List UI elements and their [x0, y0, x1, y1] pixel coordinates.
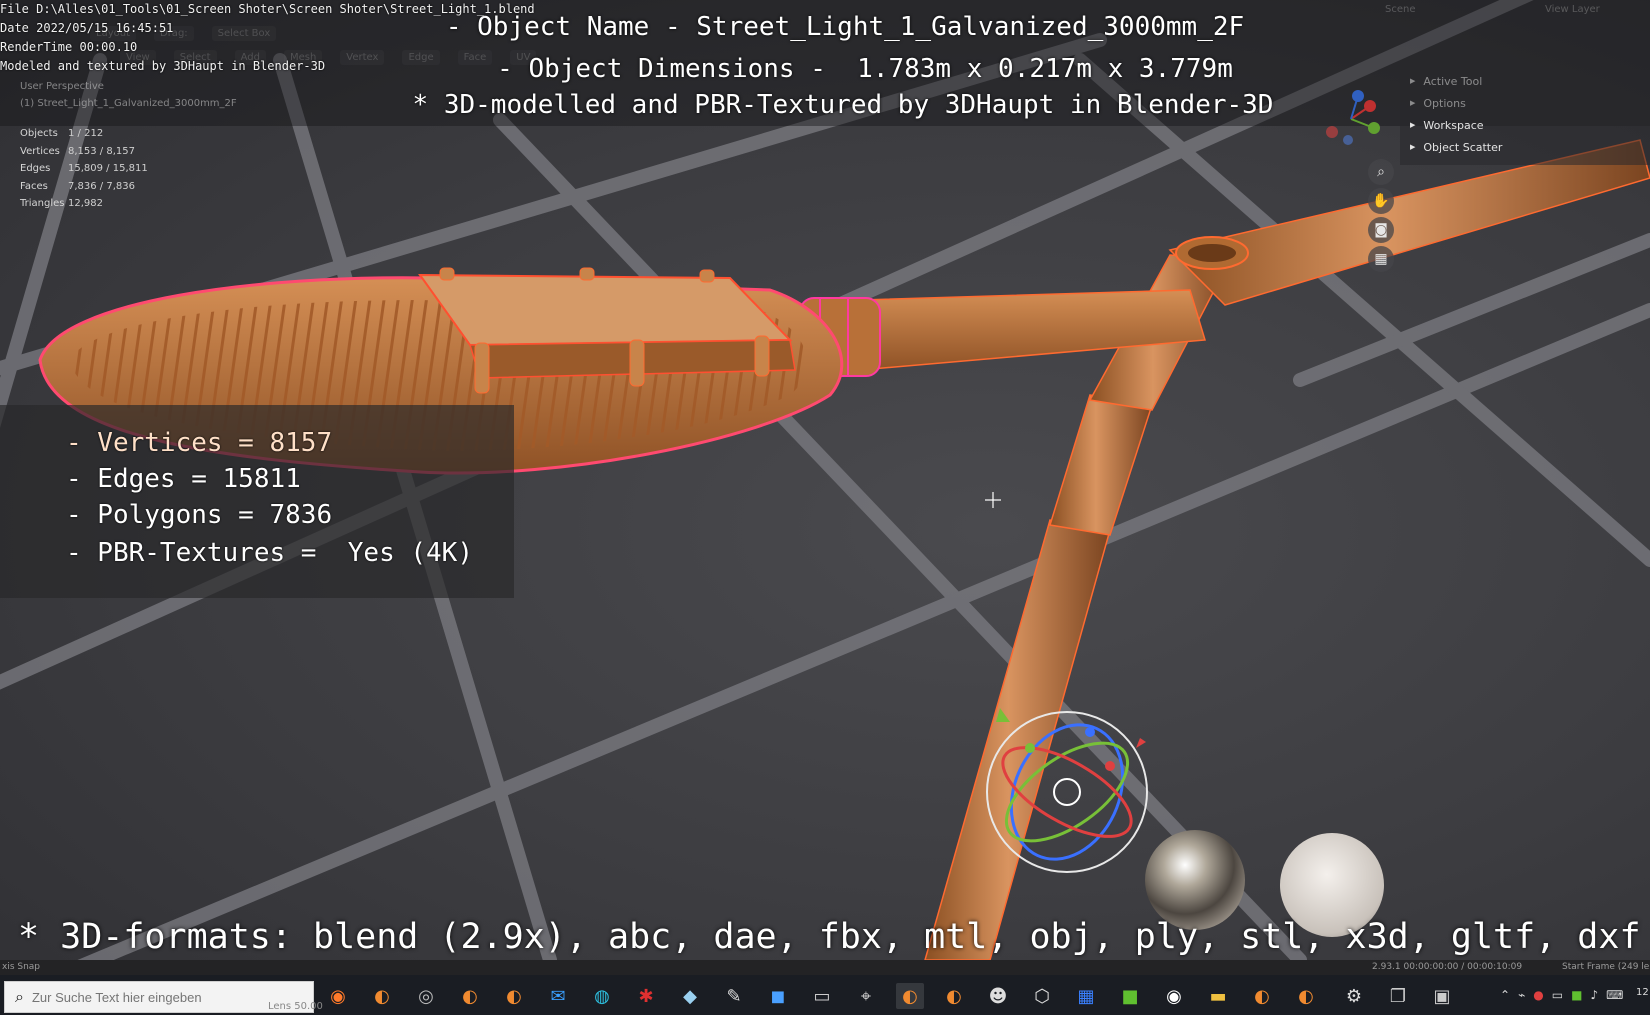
hand-icon[interactable]: ✋ [1368, 188, 1394, 214]
stat-value: 15,809 / 15,811 [68, 163, 148, 175]
stat-value: 12,982 [68, 198, 103, 210]
tray-volume-icon[interactable]: ♪ [1590, 988, 1598, 1002]
viewport-object-label: (1) Street_Light_1_Galvanized_3000mm_2F [20, 98, 237, 109]
npanel-item-object-scatter[interactable]: ▶ Object Scatter [1400, 136, 1650, 158]
npanel-item-workspace[interactable]: ▶ Workspace [1400, 114, 1650, 136]
expand-triangle-icon: ▶ [1410, 77, 1416, 85]
stat-key: Objects [20, 128, 58, 140]
cube-icon[interactable]: ⬡ [1028, 983, 1056, 1009]
3d-cursor-icon [985, 492, 1001, 508]
object-name-line: - Object Name - Street_Light_1_Galvanize… [445, 12, 1245, 42]
app-chat-icon[interactable]: ◼ [764, 983, 792, 1009]
stamp-modeled-by: Modeled and textured by 3DHaupt in Blend… [0, 59, 326, 73]
stat-value: 1 / 212 [68, 128, 104, 140]
stat-row-faces: Faces 7,836 / 7,836 [20, 178, 148, 196]
info-pbr-textures: - PBR-Textures = Yes (4K) [66, 538, 473, 568]
tray-network-icon[interactable]: ⌁ [1518, 988, 1525, 1002]
calendar-icon[interactable]: ▦ [1072, 983, 1100, 1009]
chrome-sphere [1145, 830, 1245, 930]
npanel-item-active-tool[interactable]: ▶ Active Tool [1400, 70, 1650, 92]
viewport-perspective-label: User Perspective [20, 81, 104, 92]
camera-app-icon[interactable]: ⌖ [852, 983, 880, 1009]
expand-triangle-icon: ▶ [1410, 99, 1416, 107]
blender-icon[interactable]: ◐ [940, 983, 968, 1009]
grid-icon[interactable]: ▦ [1368, 246, 1394, 272]
blender-icon[interactable]: ◐ [500, 983, 528, 1009]
navigation-gizmo-icon[interactable] [1320, 88, 1382, 150]
camera-icon[interactable]: ◙ [1368, 217, 1394, 243]
tray-clock[interactable]: 12 [1636, 987, 1649, 998]
tray-language-icon[interactable]: ⌨ [1606, 988, 1623, 1002]
stamp-file-path: File D:\Alles\01_Tools\01_Screen Shoter\… [0, 2, 535, 16]
npanel-item-options[interactable]: ▶ Options [1400, 92, 1650, 114]
app-red-icon[interactable]: ✱ [632, 983, 660, 1009]
stat-row-vertices: Vertices 8,153 / 8,157 [20, 143, 148, 161]
stat-key: Edges [20, 163, 51, 175]
expand-triangle-icon: ▶ [1410, 121, 1416, 129]
blender-icon[interactable]: ◐ [368, 983, 396, 1009]
system-tray: ⌃ ⌁ ● ▭ ■ ♪ ⌨ [1500, 975, 1623, 1015]
stat-row-edges: Edges 15,809 / 15,811 [20, 160, 148, 178]
obs-icon[interactable]: ◎ [412, 983, 440, 1009]
folder-icon[interactable]: ▬ [1204, 983, 1232, 1009]
info-polygons: - Polygons = 7836 [66, 500, 333, 530]
app-circle-icon[interactable]: ◉ [1160, 983, 1188, 1009]
status-bar: xis Snap 2.93.1 00:00:00:00 / 00:00:10:0… [0, 960, 1650, 975]
lens-label: Lens 50.00 [268, 1001, 323, 1012]
app-blue-icon[interactable]: ◆ [676, 983, 704, 1009]
stat-key: Vertices [20, 145, 60, 157]
panda-icon[interactable]: ☻ [984, 983, 1012, 1009]
tray-nvidia-icon[interactable]: ■ [1571, 988, 1582, 1002]
tray-chevron-up-icon[interactable]: ⌃ [1500, 988, 1510, 1002]
status-snap-label: xis Snap [2, 962, 41, 972]
info-edges: - Edges = 15811 [66, 464, 301, 494]
scene-statistics: Objects 1 / 212 Vertices 8,153 / 8,157 Edg… [20, 125, 148, 213]
firefox-icon[interactable]: ◉ [324, 983, 352, 1009]
npanel-item-label: Options [1423, 96, 1466, 110]
nvidia-icon[interactable]: ■ [1116, 983, 1144, 1009]
stat-row-triangles: Triangles 12,982 [20, 195, 148, 213]
taskbar-search-input[interactable] [31, 989, 292, 1005]
search-icon: ⌕ [15, 987, 24, 1006]
tray-antivirus-icon[interactable]: ● [1533, 988, 1543, 1002]
blender-icon[interactable]: ◐ [1248, 983, 1276, 1009]
edge-browser-icon[interactable]: ◍ [588, 983, 616, 1009]
info-vertices: - Vertices = 8157 [66, 428, 333, 458]
status-start-frame: Start Frame (249 le [1562, 962, 1650, 972]
stamp-render-time: RenderTime 00:00.10 [0, 40, 138, 54]
npanel-item-label: Object Scatter [1423, 140, 1503, 154]
app-window-icon[interactable]: ❐ [1384, 983, 1412, 1009]
expand-triangle-icon: ▶ [1410, 143, 1416, 151]
settings-gear-icon[interactable]: ⚙ [1340, 983, 1368, 1009]
app-monitor-icon[interactable]: ▣ [1428, 983, 1456, 1009]
npanel-item-label: Workspace [1423, 118, 1484, 132]
windows-taskbar: ⌕ Lens 50.00 ◉ ◐ ◎ ◐ ◐ ✉ ◍ ✱ ◆ ✎ ◼ ▭ ⌖ ◐… [0, 975, 1650, 1015]
stat-row-objects: Objects 1 / 212 [20, 125, 148, 143]
status-version: 2.93.1 00:00:00:00 / 00:00:10:09 [1372, 962, 1523, 972]
blender-icon[interactable]: ◐ [456, 983, 484, 1009]
terminal-icon[interactable]: ▭ [808, 983, 836, 1009]
tray-battery-icon[interactable]: ▭ [1552, 988, 1563, 1002]
mail-icon[interactable]: ✉ [544, 983, 572, 1009]
stat-value: 8,153 / 8,157 [68, 145, 135, 157]
zoom-icon[interactable]: ⌕ [1368, 159, 1394, 185]
stat-value: 7,836 / 7,836 [68, 180, 135, 192]
stat-key: Triangles [20, 198, 65, 210]
formats-line: * 3D-formats: blend (2.9x), abc, dae, fb… [18, 917, 1641, 957]
stat-key: Faces [20, 180, 48, 192]
blender-active-icon[interactable]: ◐ [896, 983, 924, 1009]
stamp-date: Date 2022/05/15 16:45:51 [0, 21, 174, 35]
blender-icon[interactable]: ◐ [1292, 983, 1320, 1009]
sidebar-n-panel: ▶ Active Tool ▶ Options ▶ Workspace ▶ Object… [1400, 70, 1650, 165]
3d-viewport[interactable]: Layout Drag: Select Box View Select Add … [0, 0, 1650, 960]
npanel-item-label: Active Tool [1423, 74, 1483, 88]
paint-icon[interactable]: ✎ [720, 983, 748, 1009]
